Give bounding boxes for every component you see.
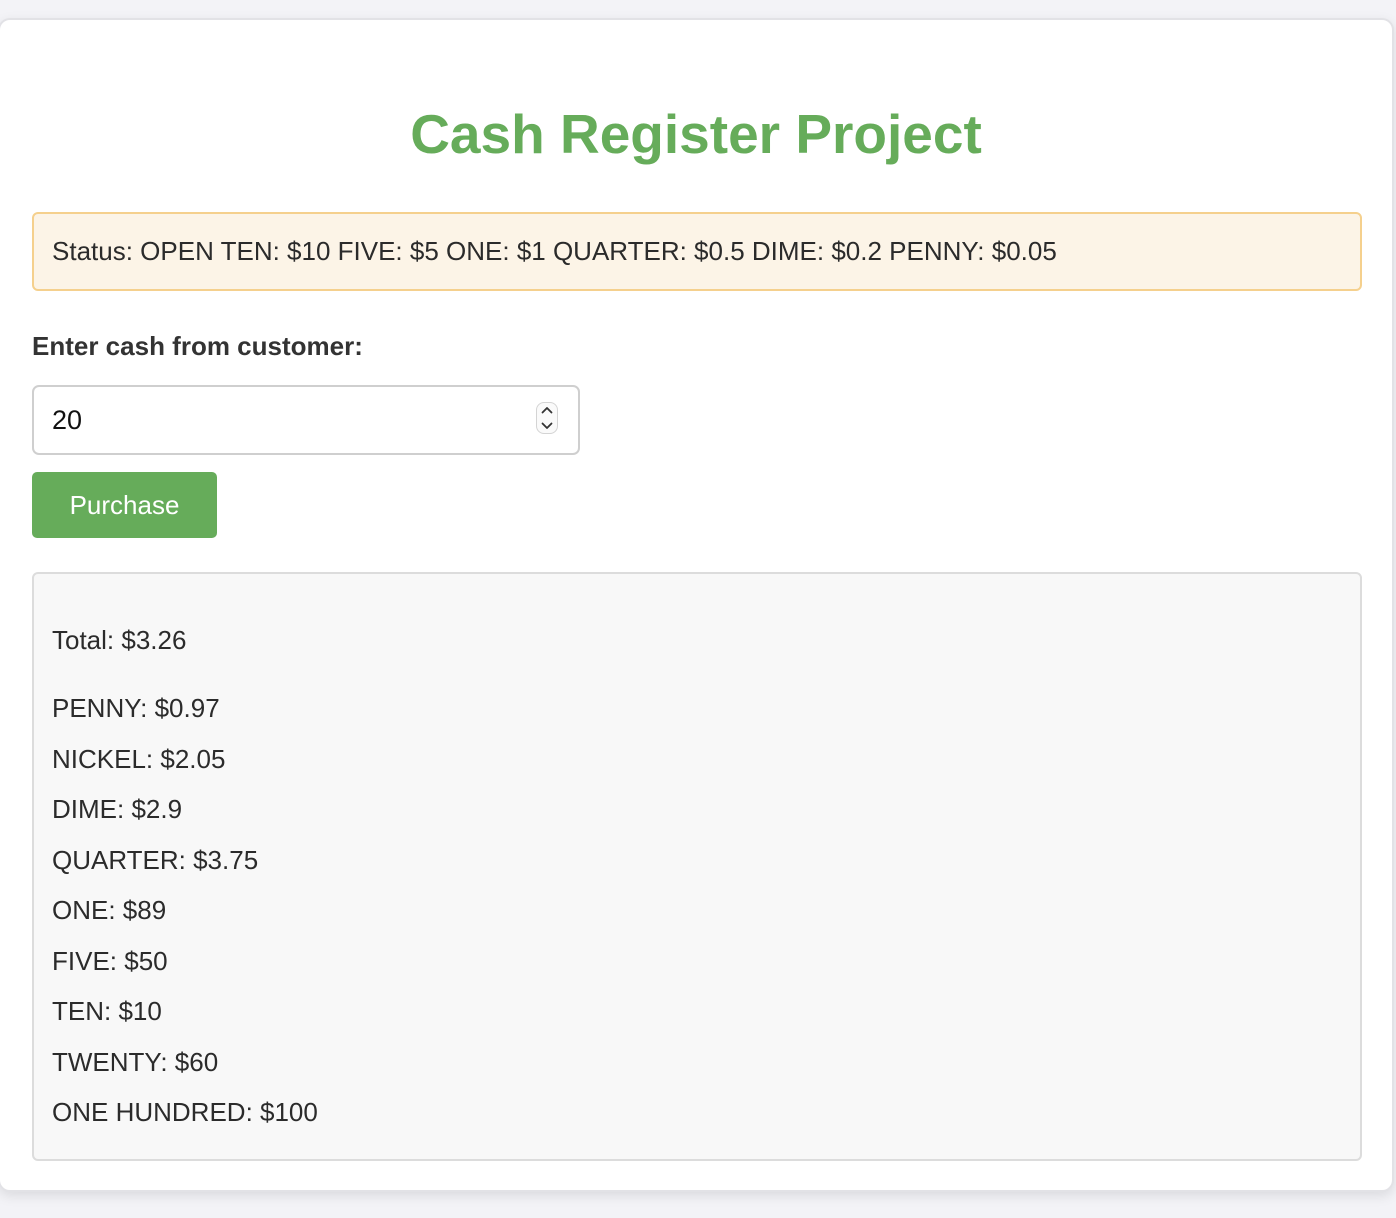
cash-input[interactable] xyxy=(52,387,532,453)
number-stepper[interactable] xyxy=(536,402,558,434)
cash-label: Enter cash from customer: xyxy=(32,331,363,361)
drawer-item-penny: PENNY: $0.97 xyxy=(52,693,220,723)
chevron-down-icon[interactable] xyxy=(541,422,553,430)
page-title: Cash Register Project xyxy=(410,103,982,165)
drawer-item-quarter: QUARTER: $3.75 xyxy=(52,844,259,875)
drawer-list: PENNY: $0.97 NICKEL: $2.05 DIME: $2.9 QU… xyxy=(52,690,318,1145)
register-card: Cash Register Project Status: OPEN TEN: … xyxy=(0,18,1394,1192)
drawer-item-ten: TEN: $10 xyxy=(52,996,162,1026)
drawer-item-one: ONE: $89 xyxy=(52,895,167,925)
drawer-item-twenty: TWENTY: $60 xyxy=(52,1046,219,1077)
drawer-item-nickel: NICKEL: $2.05 xyxy=(52,743,226,774)
change-output-panel: Total: $3.26 PENNY: $0.97 NICKEL: $2.05 … xyxy=(32,572,1362,1161)
purchase-button[interactable]: Purchase xyxy=(32,472,217,538)
drawer-item-dime: DIME: $2.9 xyxy=(52,794,183,824)
chevron-up-icon[interactable] xyxy=(541,406,553,414)
drawer-item-five: FIVE: $50 xyxy=(52,945,168,976)
drawer-item-one-hundred: ONE HUNDRED: $100 xyxy=(52,1097,318,1127)
cash-input-container xyxy=(32,385,580,455)
status-banner: Status: OPEN TEN: $10 FIVE: $5 ONE: $1 Q… xyxy=(32,212,1362,291)
status-text: Status: OPEN TEN: $10 FIVE: $5 ONE: $1 Q… xyxy=(52,236,1057,266)
total-text: Total: $3.26 xyxy=(52,625,187,655)
